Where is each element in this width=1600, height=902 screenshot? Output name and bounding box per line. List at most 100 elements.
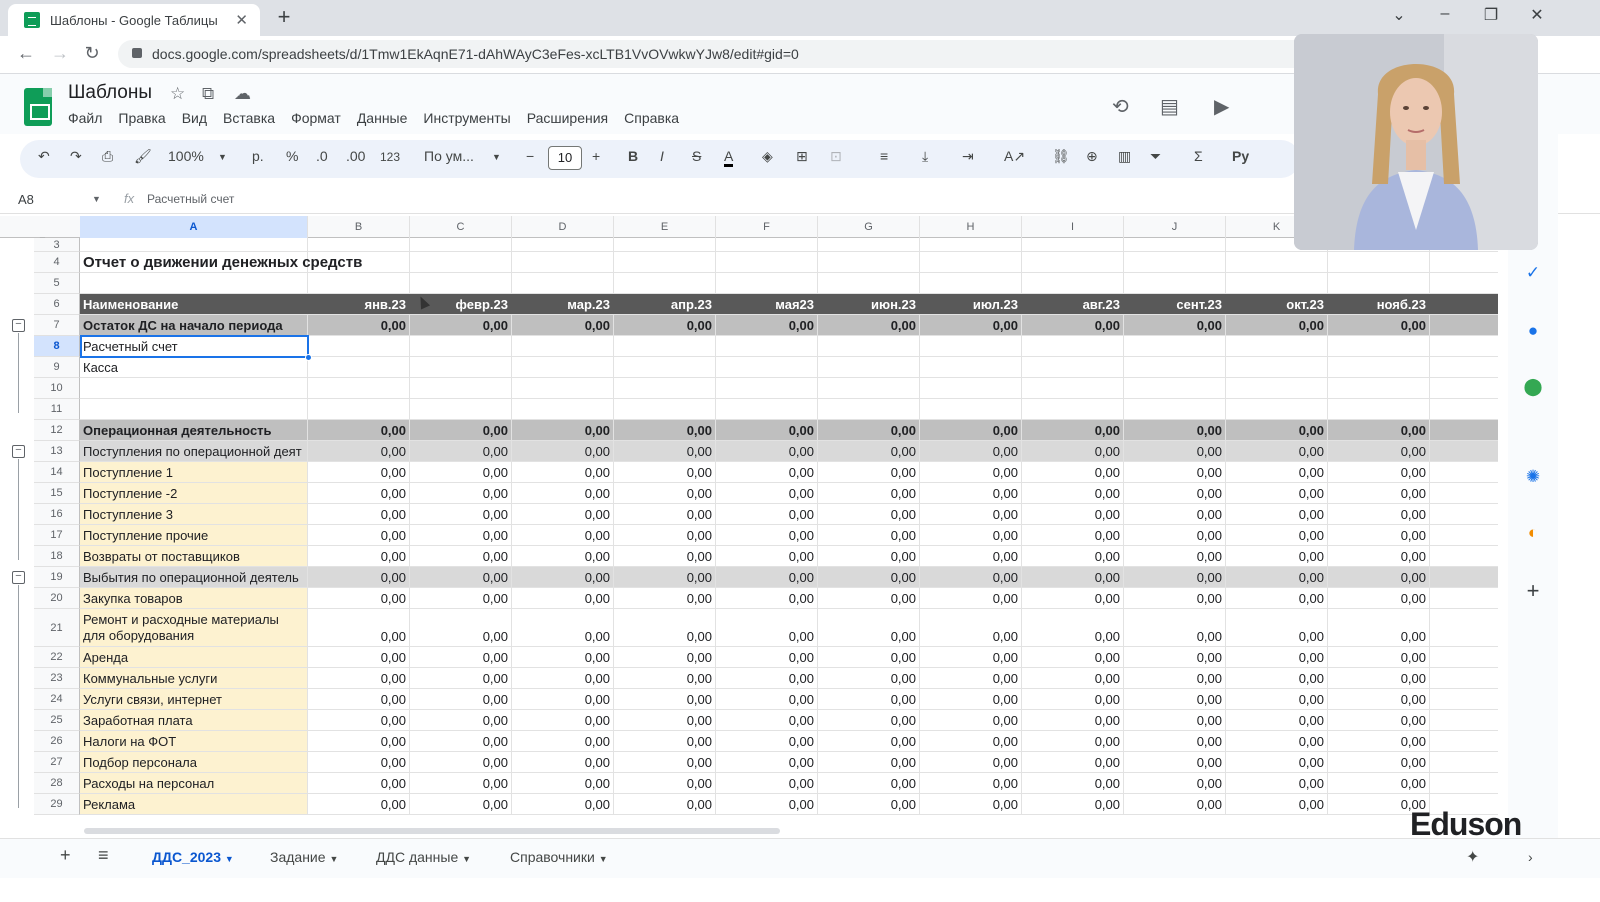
column-header-e[interactable]: E: [614, 216, 716, 238]
value-cell[interactable]: 0,00: [818, 794, 920, 814]
row-label-cell[interactable]: Аренда: [80, 647, 308, 667]
value-cell[interactable]: 0,00: [716, 668, 818, 688]
value-cell[interactable]: 0,00: [1124, 647, 1226, 667]
month-header-cell[interactable]: июн.23: [818, 294, 920, 314]
month-header-cell[interactable]: мая23: [716, 294, 818, 314]
value-cell[interactable]: 0,00: [716, 794, 818, 814]
value-cell[interactable]: 0,00: [1226, 441, 1328, 461]
empty-cell[interactable]: [1124, 336, 1226, 356]
empty-cell[interactable]: [716, 252, 818, 272]
value-cell[interactable]: 0,00: [1124, 588, 1226, 608]
row-label-cell[interactable]: [80, 378, 308, 398]
undo-icon[interactable]: ↶: [38, 148, 50, 165]
input-tools-icon[interactable]: Ру: [1232, 148, 1249, 164]
sheet-tab-spravochniki[interactable]: Справочники ▼: [510, 849, 608, 865]
column-header-d[interactable]: D: [512, 216, 614, 238]
value-cell[interactable]: 0,00: [716, 752, 818, 772]
value-cell[interactable]: 0,00: [1124, 668, 1226, 688]
value-cell[interactable]: 0,00: [818, 504, 920, 524]
row-label-cell[interactable]: [80, 399, 308, 419]
row-label-cell[interactable]: Поступление 3: [80, 504, 308, 524]
empty-cell[interactable]: [1328, 252, 1430, 272]
empty-cell[interactable]: [614, 336, 716, 356]
empty-cell[interactable]: [716, 399, 818, 419]
row-label-cell[interactable]: Услуги связи, интернет: [80, 689, 308, 709]
menu-tools[interactable]: Инструменты: [423, 110, 510, 126]
value-cell[interactable]: 0,00: [818, 668, 920, 688]
borders-icon[interactable]: ⊞: [796, 148, 808, 165]
empty-cell[interactable]: [818, 357, 920, 377]
empty-cell[interactable]: [614, 378, 716, 398]
value-cell[interactable]: 0,00: [818, 710, 920, 730]
value-cell[interactable]: 0,00: [614, 462, 716, 482]
empty-cell[interactable]: [920, 378, 1022, 398]
document-title[interactable]: Шаблоны: [68, 82, 152, 104]
value-cell[interactable]: 0,00: [818, 462, 920, 482]
empty-cell[interactable]: [716, 273, 818, 293]
value-cell[interactable]: 0,00: [1328, 315, 1430, 335]
empty-cell[interactable]: [1124, 357, 1226, 377]
value-cell[interactable]: 0,00: [1328, 647, 1430, 667]
value-cell[interactable]: 0,00: [512, 668, 614, 688]
value-cell[interactable]: 0,00: [716, 315, 818, 335]
value-cell[interactable]: 0,00: [1124, 794, 1226, 814]
fill-handle[interactable]: [305, 354, 312, 361]
value-cell[interactable]: 0,00: [614, 441, 716, 461]
empty-cell[interactable]: [1328, 378, 1430, 398]
value-cell[interactable]: 0,00: [920, 567, 1022, 587]
value-cell[interactable]: 0,00: [1328, 752, 1430, 772]
bold-icon[interactable]: B: [628, 148, 638, 164]
value-cell[interactable]: 0,00: [716, 773, 818, 793]
value-cell[interactable]: 0,00: [512, 588, 614, 608]
value-cell[interactable]: 0,00: [1328, 731, 1430, 751]
fill-color-icon[interactable]: ◈: [762, 148, 773, 165]
value-cell[interactable]: 0,00: [512, 794, 614, 814]
row-header[interactable]: 26: [34, 731, 80, 752]
value-cell[interactable]: 0,00: [410, 731, 512, 751]
empty-cell[interactable]: [1124, 378, 1226, 398]
value-cell[interactable]: 0,00: [1226, 731, 1328, 751]
value-cell[interactable]: 0,00: [308, 525, 410, 545]
value-cell[interactable]: 0,00: [1328, 441, 1430, 461]
empty-cell[interactable]: [818, 238, 920, 251]
value-cell[interactable]: 0,00: [614, 668, 716, 688]
column-header-b[interactable]: B: [308, 216, 410, 238]
row-header[interactable]: 28: [34, 773, 80, 794]
value-cell[interactable]: 0,00: [614, 315, 716, 335]
value-cell[interactable]: 0,00: [410, 441, 512, 461]
value-cell[interactable]: 0,00: [308, 647, 410, 667]
column-header-j[interactable]: J: [1124, 216, 1226, 238]
collapse-group-icon[interactable]: −: [12, 571, 25, 584]
value-cell[interactable]: 0,00: [308, 567, 410, 587]
value-cell[interactable]: 0,00: [1328, 710, 1430, 730]
empty-cell[interactable]: [1022, 238, 1124, 251]
value-cell[interactable]: 0,00: [716, 462, 818, 482]
empty-cell[interactable]: [1226, 336, 1328, 356]
value-cell[interactable]: 0,00: [308, 609, 410, 646]
row-label-cell[interactable]: Поступление 1: [80, 462, 308, 482]
value-cell[interactable]: 0,00: [308, 752, 410, 772]
value-cell[interactable]: 0,00: [614, 710, 716, 730]
row-header[interactable]: 20: [34, 588, 80, 609]
value-cell[interactable]: 0,00: [1022, 525, 1124, 545]
italic-icon[interactable]: I: [660, 148, 664, 164]
value-cell[interactable]: 0,00: [1328, 689, 1430, 709]
row-label-cell[interactable]: [80, 273, 308, 293]
empty-cell[interactable]: [818, 273, 920, 293]
comments-icon[interactable]: ▤: [1160, 94, 1179, 119]
row-header[interactable]: 13: [34, 441, 80, 462]
column-header-a[interactable]: A: [80, 216, 308, 238]
value-cell[interactable]: 0,00: [614, 567, 716, 587]
value-cell[interactable]: 0,00: [614, 483, 716, 503]
paint-format-icon[interactable]: 🖌: [134, 148, 152, 165]
value-cell[interactable]: 0,00: [920, 731, 1022, 751]
value-cell[interactable]: 0,00: [818, 420, 920, 440]
link-icon[interactable]: ⛓: [1052, 148, 1070, 165]
row-header[interactable]: 21: [34, 609, 80, 647]
value-cell[interactable]: 0,00: [512, 710, 614, 730]
browser-tab[interactable]: Шаблоны - Google Таблицы ✕: [8, 4, 260, 36]
value-cell[interactable]: 0,00: [1328, 567, 1430, 587]
value-cell[interactable]: 0,00: [1226, 504, 1328, 524]
increase-decimal-button[interactable]: .00: [346, 148, 365, 164]
month-header-cell[interactable]: апр.23: [614, 294, 716, 314]
